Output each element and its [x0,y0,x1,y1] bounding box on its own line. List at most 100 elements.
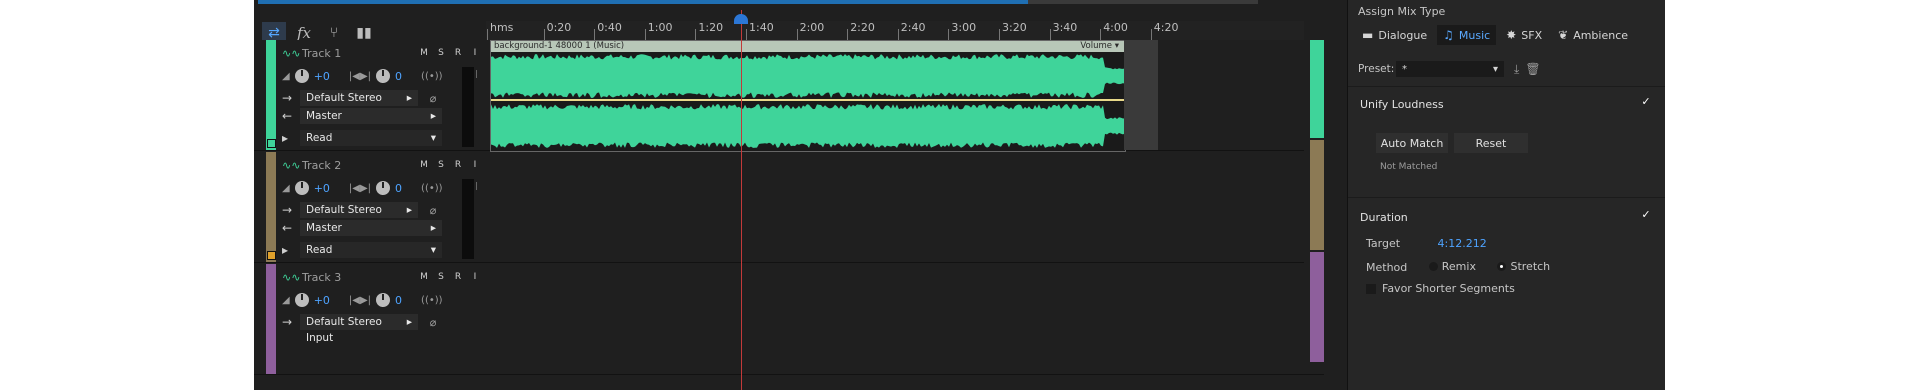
input-monitor-button[interactable]: I [468,158,482,172]
duration-checkbox[interactable]: ✓ [1640,209,1652,221]
ruler-tick-label: 1:20 [695,21,724,43]
input-monitor-button[interactable]: I [468,46,482,60]
output-arrow-icon: ← [282,109,293,123]
volume-knob[interactable] [294,69,309,83]
phase-icon[interactable]: ⌀ [424,204,442,217]
mix-type-dialogue[interactable]: ▬ Dialogue [1356,25,1434,45]
level-meter: | [462,179,478,259]
mix-type-label: SFX [1521,28,1543,42]
chevron-right-icon: ▸ [430,110,436,122]
preset-row: Preset: * ▾ ⤓ 🗑 [1358,60,1658,78]
expand-triangle-icon[interactable]: ▸ [282,243,300,257]
mute-button[interactable]: M [417,270,431,284]
track-color-strip[interactable] [266,264,276,374]
volume-ramp-icon: ◢ [282,70,290,82]
ruler-tick-label: 4:20 [1150,21,1179,43]
pan-knob[interactable] [376,69,391,83]
clip-header[interactable]: background-1 48000 1 (Music) Volume ▾ [491,41,1125,52]
track-overview-scroller[interactable] [1304,40,1324,372]
input-arrow-icon: → [282,91,293,105]
mix-type-ambience[interactable]: ❦ Ambience [1552,25,1635,45]
favor-shorter-row[interactable]: Favor Shorter Segments [1366,282,1515,295]
track-lane[interactable]: background-1 48000 1 (Music) Volume ▾ [486,40,1324,152]
pan-value[interactable]: 0 [395,294,402,307]
input-select[interactable]: Default Stereo Input ▸ [300,90,418,120]
track-name[interactable]: Track 2 [302,159,397,172]
remix-radio[interactable]: Remix [1428,260,1476,273]
solo-button[interactable]: S [434,158,448,172]
track-color-square[interactable] [267,139,276,148]
stretch-radio[interactable]: Stretch [1497,260,1550,273]
input-select[interactable]: Default Stereo Input ▸ [300,314,418,344]
expand-triangle-icon[interactable]: ▸ [282,131,300,145]
volume-value[interactable]: +0 [314,294,330,307]
automation-mode-select[interactable]: Read ▾ [300,130,442,146]
input-monitor-button[interactable]: I [468,270,482,284]
phase-icon[interactable]: ⌀ [424,316,442,329]
volume-knob[interactable] [294,181,309,195]
track-row: ∿∿ Track 3 M S R I ◢ +0 |◀▶| 0 ((•)) → D… [254,264,1324,375]
top-progress-fill [258,0,1028,4]
volume-value[interactable]: +0 [314,182,330,195]
top-progress-bar [258,0,1258,4]
pan-knob[interactable] [376,181,391,195]
unify-loudness-section: Unify Loudness ✓ Auto Match Reset Not Ma… [1348,86,1665,197]
audio-clip[interactable]: background-1 48000 1 (Music) Volume ▾ [490,40,1126,152]
clip-volume-menu[interactable]: Volume ▾ [1080,41,1119,52]
volume-knob[interactable] [294,293,309,307]
ruler-tick-label: 3:20 [999,21,1027,43]
stereo-icon[interactable]: ((•)) [421,183,443,194]
solo-button[interactable]: S [434,46,448,60]
output-select[interactable]: Master ▸ [300,220,442,236]
input-label: Default Stereo Input [306,316,382,344]
pan-value[interactable]: 0 [395,70,402,83]
pan-value[interactable]: 0 [395,182,402,195]
track-color-strip[interactable] [266,152,276,262]
solo-button[interactable]: S [434,270,448,284]
track-name[interactable]: Track 3 [302,271,397,284]
track-lane[interactable] [486,152,1324,262]
ruler-tick-label: 1:40 [746,21,774,43]
volume-value[interactable]: +0 [314,70,330,83]
save-preset-icon[interactable]: ⤓ [1514,62,1519,77]
input-select[interactable]: Default Stereo Input ▸ [300,202,418,232]
phase-icon[interactable]: ⌀ [424,92,442,105]
track-row: ∿∿ Track 1 M S R I ◢ +0 |◀▶| 0 ((•)) → D… [254,40,1324,152]
track-color-strip[interactable] [266,40,276,150]
unify-loudness-checkbox[interactable]: ✓ [1640,96,1652,108]
mute-button[interactable]: M [417,46,431,60]
preset-value: * [1402,63,1407,75]
unify-loudness-title[interactable]: Unify Loudness [1360,98,1444,111]
input-label: Default Stereo Input [306,204,382,232]
duration-title[interactable]: Duration [1360,211,1408,224]
track-lane[interactable] [486,264,1324,374]
favor-shorter-checkbox[interactable] [1366,284,1376,294]
record-arm-button[interactable]: R [451,46,465,60]
output-label: Master [306,222,342,234]
pan-knob[interactable] [376,293,391,307]
waveform-channel [491,54,1125,98]
radio-dot [1497,262,1507,271]
track-color-square[interactable] [267,251,276,260]
automation-mode-select[interactable]: Read ▾ [300,242,442,258]
stereo-icon[interactable]: ((•)) [421,295,443,306]
meter-range-label: | [475,181,478,190]
playhead[interactable] [741,10,742,390]
output-select[interactable]: Master ▸ [300,108,442,124]
mix-type-music[interactable]: ♫ Music [1437,25,1497,45]
mix-type-sfx[interactable]: ✸ SFX [1500,25,1549,45]
track-name[interactable]: Track 1 [302,47,397,60]
reset-button[interactable]: Reset [1454,133,1528,153]
record-arm-button[interactable]: R [451,158,465,172]
trash-icon[interactable]: 🗑 [1525,62,1540,77]
playhead-handle[interactable] [734,14,748,24]
preset-dropdown[interactable]: * ▾ [1396,61,1504,77]
auto-match-button[interactable]: Auto Match [1376,133,1448,153]
ruler-tick-label: 2:40 [897,21,926,43]
stereo-icon[interactable]: ((•)) [421,71,443,82]
leaf-icon: ❦ [1558,28,1569,42]
favor-shorter-label: Favor Shorter Segments [1382,282,1515,295]
target-value[interactable]: 4:12.212 [1438,237,1487,250]
record-arm-button[interactable]: R [451,270,465,284]
mute-button[interactable]: M [417,158,431,172]
